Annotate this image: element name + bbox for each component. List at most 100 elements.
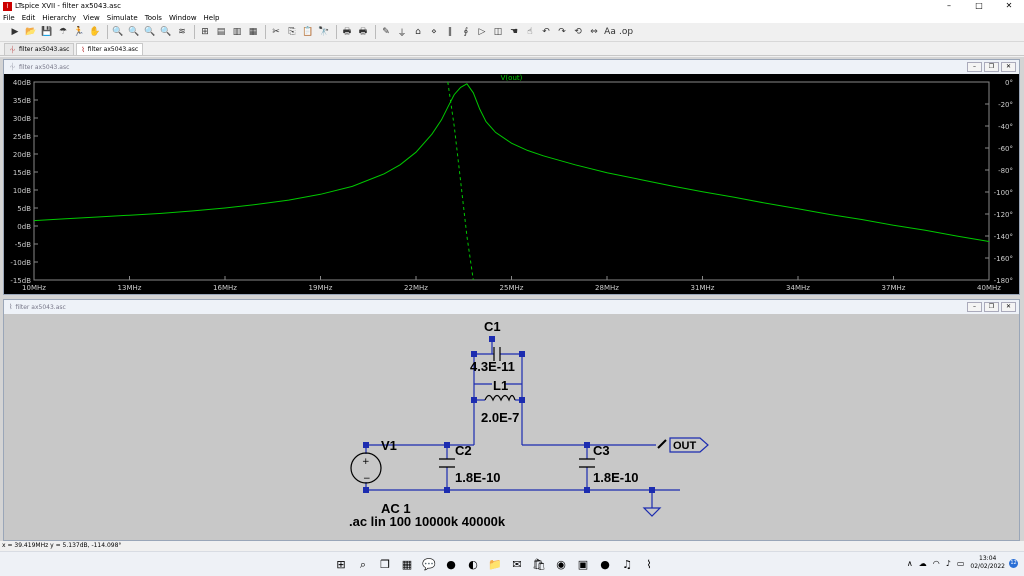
tab-waveform[interactable]: ⏆ filter ax5043.asc	[4, 43, 75, 55]
speaker-icon[interactable]: ♪	[946, 559, 951, 568]
save-icon[interactable]: 💾	[40, 25, 54, 39]
menu-window[interactable]: Window	[169, 14, 197, 22]
menu-help[interactable]: Help	[204, 14, 220, 22]
close-button[interactable]: ✕	[994, 0, 1024, 12]
redo-icon[interactable]: ↷	[555, 25, 569, 39]
c3-name[interactable]: C3	[593, 443, 610, 458]
tile-horizontal-icon[interactable]: ▤	[214, 25, 228, 39]
zoom-out-icon[interactable]: 🔍	[127, 25, 141, 39]
undo-icon[interactable]: ↶	[539, 25, 553, 39]
spice-directive-icon[interactable]: .op	[619, 25, 633, 39]
menu-view[interactable]: View	[83, 14, 100, 22]
schematic-window-titlebar: ⌇ filter ax5043.asc	[4, 300, 1019, 314]
wifi-icon[interactable]: ◠	[933, 559, 940, 568]
menu-file[interactable]: File	[3, 14, 15, 22]
file-explorer-icon[interactable]: 📁	[484, 557, 506, 572]
trace-title[interactable]: V(out)	[501, 74, 523, 82]
cut-icon[interactable]: ✂	[269, 25, 283, 39]
paste-icon[interactable]: 📋	[301, 25, 315, 39]
tab-schematic[interactable]: ⌇ filter ax5043.asc	[76, 43, 144, 55]
chat-icon[interactable]: 💬	[418, 557, 440, 572]
cascade-icon[interactable]: ▥	[230, 25, 244, 39]
clock[interactable]: 13:04 02/02/2022	[970, 555, 1005, 571]
waveform-restore-button[interactable]: ❐	[984, 62, 999, 72]
y-tick-label: -5dB	[15, 241, 31, 249]
drag-icon[interactable]: ☝	[523, 25, 537, 39]
menu-edit[interactable]: Edit	[22, 14, 36, 22]
waveform-minimize-button[interactable]: –	[967, 62, 982, 72]
widgets-icon[interactable]: ▦	[396, 557, 418, 572]
open-icon[interactable]: 📂	[24, 25, 38, 39]
schematic-restore-button[interactable]: ❐	[984, 302, 999, 312]
print-icon[interactable]: 🖶	[340, 25, 354, 39]
rotate-icon[interactable]: ⟲	[571, 25, 585, 39]
waveform-close-button[interactable]: ✕	[1001, 62, 1016, 72]
zoom-in-icon[interactable]: 🔍	[111, 25, 125, 39]
mirror-icon[interactable]: ⇔	[587, 25, 601, 39]
store-icon[interactable]: 🛍	[528, 557, 550, 572]
move-icon[interactable]: ☚	[507, 25, 521, 39]
out-label[interactable]: OUT	[673, 440, 697, 452]
wire-icon[interactable]: ✎	[379, 25, 393, 39]
inductor-icon[interactable]: ∮	[459, 25, 473, 39]
minimize-button[interactable]: –	[934, 0, 964, 12]
c3-value[interactable]: 1.8E-10	[593, 470, 639, 485]
spotify-icon[interactable]: ●	[594, 557, 616, 572]
grid-icon[interactable]: ⊞	[198, 25, 212, 39]
schematic-window: ⌇ filter ax5043.asc – ❐ ✕ + − C1 4.3E-11…	[3, 299, 1020, 541]
magnitude-trace[interactable]	[33, 83, 990, 242]
pan-icon[interactable]: ✋	[88, 25, 102, 39]
find-icon[interactable]: 🔭	[317, 25, 331, 39]
cloud-icon[interactable]: ☁	[919, 559, 927, 568]
mail-icon[interactable]: ✉	[506, 557, 528, 572]
c1-name[interactable]: C1	[484, 319, 501, 334]
menu-simulate[interactable]: Simulate	[107, 14, 138, 22]
schematic-canvas[interactable]: + − C1 4.3E-11 L1 2.0E-7 V1 C2 1.8E-10 C…	[4, 314, 1019, 540]
c2-value[interactable]: 1.8E-10	[455, 470, 501, 485]
diode-icon[interactable]: ▷	[475, 25, 489, 39]
windows-start-icon[interactable]: ⊞	[330, 557, 352, 572]
terminal-icon[interactable]: ▣	[572, 557, 594, 572]
notification-badge[interactable]: 12	[1009, 558, 1018, 568]
chrome-icon[interactable]: ◉	[550, 557, 572, 572]
phase-trace[interactable]	[447, 81, 474, 281]
edge-icon[interactable]: ◐	[462, 557, 484, 572]
v1-name[interactable]: V1	[381, 438, 397, 453]
label-icon[interactable]: ⌂	[411, 25, 425, 39]
c1-value[interactable]: 4.3E-11	[470, 359, 515, 374]
tile-vertical-icon[interactable]: ▦	[246, 25, 260, 39]
text-icon[interactable]: Aa	[603, 25, 617, 39]
whatsapp-icon[interactable]: ●	[440, 557, 462, 572]
toolbar: ▶ 📂 💾 ☂ 🏃 ✋ 🔍 🔍 🔍 🔍 ≋ ⊞ ▤ ▥ ▦ ✂ ⎘ 📋 🔭 🖶 🖶 ✎ ⏚ ⌂ ⋄ ‖ ∮ ▷ ◫ ☚ ☝ ↶ ↷ ⟲ ⇔ Aa .op	[0, 23, 1024, 42]
ltspice-taskbar-icon[interactable]: ⌇	[638, 557, 660, 572]
component-icon[interactable]: ◫	[491, 25, 505, 39]
resistor-icon[interactable]: ⋄	[427, 25, 441, 39]
menu-hierarchy[interactable]: Hierarchy	[42, 14, 76, 22]
control-panel-icon[interactable]: ☂	[56, 25, 70, 39]
schematic-icon: ⌇	[9, 303, 13, 311]
zoom-cancel-icon[interactable]: 🔍	[159, 25, 173, 39]
zoom-fit-icon[interactable]: 🔍	[143, 25, 157, 39]
schematic-close-button[interactable]: ✕	[1001, 302, 1016, 312]
l1-name[interactable]: L1	[493, 378, 508, 393]
schematic-minimize-button[interactable]: –	[967, 302, 982, 312]
print-preview-icon[interactable]: 🖶	[356, 25, 370, 39]
ground-icon[interactable]: ⏚	[395, 25, 409, 39]
task-view-icon[interactable]: ❐	[374, 557, 396, 572]
c2-name[interactable]: C2	[455, 443, 472, 458]
search-icon[interactable]: ⌕	[352, 557, 374, 572]
podcast-icon[interactable]: ♫	[616, 557, 638, 572]
halt-icon[interactable]: 🏃	[72, 25, 86, 39]
tray-chevron-icon[interactable]: ∧	[907, 559, 913, 568]
autorange-icon[interactable]: ≋	[175, 25, 189, 39]
menu-tools[interactable]: Tools	[145, 14, 162, 22]
waveform-plot[interactable]: 40dB 35dB 30dB 25dB 20dB 15dB 10dB 5dB 0dB -5dB -1…	[4, 74, 1019, 294]
maximize-button[interactable]: □	[964, 0, 994, 12]
copy-icon[interactable]: ⎘	[285, 25, 299, 39]
capacitor-icon[interactable]: ‖	[443, 25, 457, 39]
battery-icon[interactable]: ▭	[957, 559, 965, 568]
l1-value[interactable]: 2.0E-7	[481, 410, 519, 425]
y-tick-label: 15dB	[13, 169, 31, 177]
run-icon[interactable]: ▶	[8, 25, 22, 39]
spice-directive[interactable]: .ac lin 100 10000k 40000k	[349, 514, 506, 529]
